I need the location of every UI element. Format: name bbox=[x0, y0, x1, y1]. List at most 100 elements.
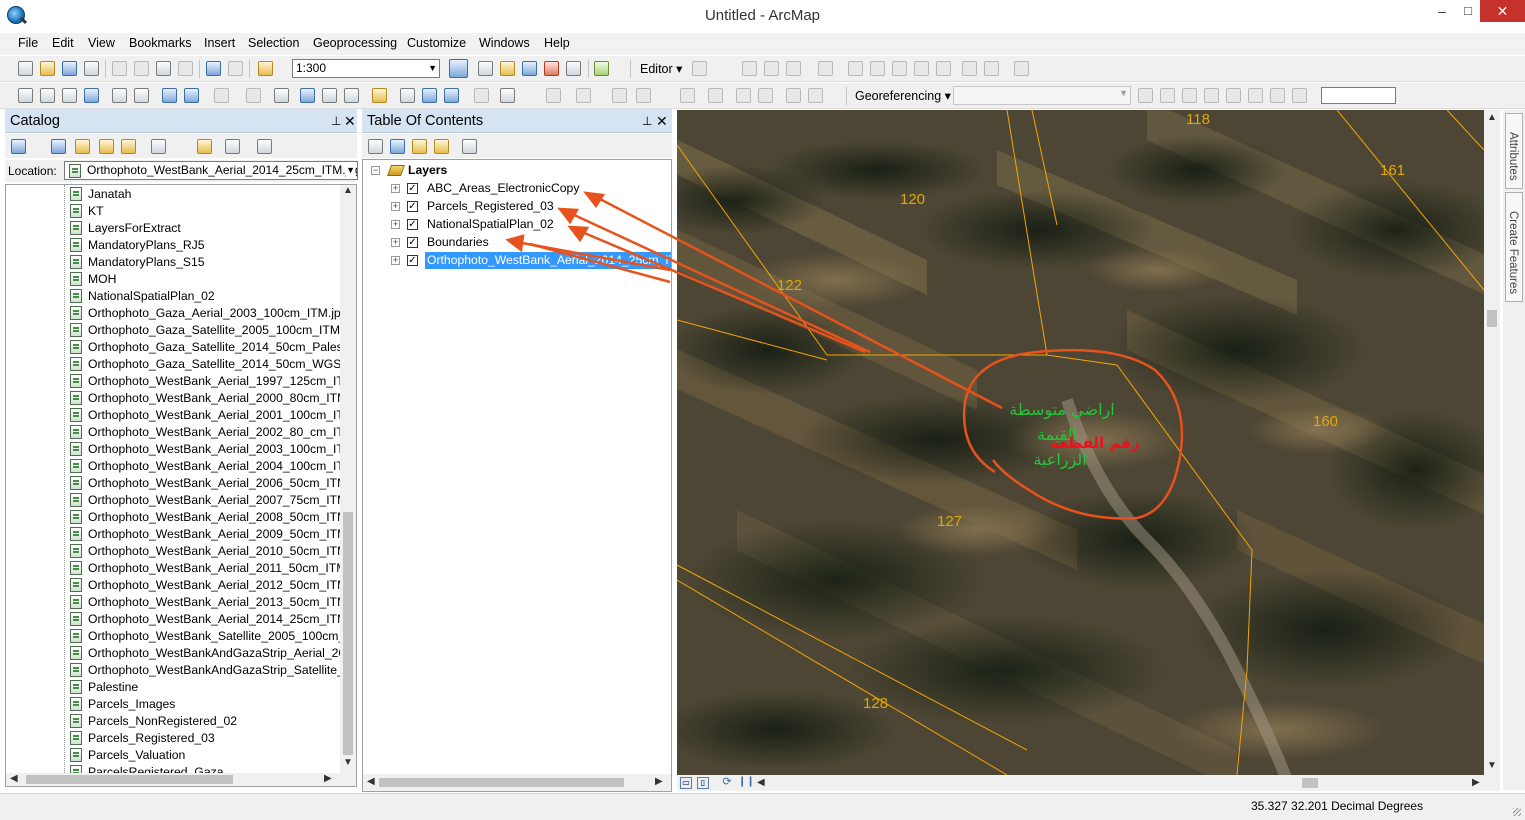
scroll-left-icon[interactable]: ◀ bbox=[367, 776, 375, 787]
maximize-button[interactable]: □ bbox=[1453, 0, 1483, 22]
options-icon[interactable] bbox=[257, 139, 272, 154]
layer-name[interactable]: NationalSpatialPlan_02 bbox=[425, 216, 556, 233]
menu-geoprocessing[interactable]: Geoprocessing bbox=[313, 36, 397, 50]
scrollbar-thumb[interactable] bbox=[1302, 778, 1318, 788]
catalog-item[interactable]: Orthophoto_WestBank_Aerial_2009_50cm_ITM… bbox=[70, 526, 340, 543]
catalog-item[interactable]: Parcels_NonRegistered_02 bbox=[70, 713, 237, 730]
table-of-contents-icon[interactable] bbox=[478, 61, 493, 76]
catalog-item[interactable]: Orthophoto_WestBank_Aerial_2006_50cm_ITM… bbox=[70, 475, 340, 492]
map-scale-combo[interactable]: 1:300 ▼ bbox=[292, 59, 440, 78]
scroll-left-icon[interactable]: ◀ bbox=[757, 777, 765, 788]
up-one-level-icon[interactable] bbox=[75, 139, 90, 154]
add-folder-connection-icon[interactable] bbox=[197, 139, 212, 154]
menu-edit[interactable]: Edit bbox=[52, 36, 74, 50]
search-window-icon[interactable] bbox=[522, 61, 537, 76]
catalog-horizontal-scrollbar[interactable]: ◀ ▶ bbox=[6, 773, 356, 786]
layers-group-label[interactable]: Layers bbox=[408, 162, 447, 179]
layer-visibility-checkbox[interactable]: ✓ bbox=[407, 219, 418, 230]
catalog-item[interactable]: Orthophoto_WestBank_Aerial_2001_100cm_IT… bbox=[70, 407, 340, 424]
menu-file[interactable]: File bbox=[18, 36, 38, 50]
zoom-to-link-icon[interactable] bbox=[1248, 88, 1263, 103]
catalog-item[interactable]: Orthophoto_WestBankAndGazaStrip_Aerial_2… bbox=[70, 645, 340, 662]
georef-reset-icon[interactable] bbox=[808, 88, 823, 103]
fixed-zoom-in-icon[interactable] bbox=[112, 88, 127, 103]
close-icon[interactable]: ✕ bbox=[656, 109, 668, 133]
connect-folder-icon[interactable] bbox=[121, 139, 136, 154]
undo-icon[interactable] bbox=[206, 61, 221, 76]
georef-shift-icon[interactable] bbox=[636, 88, 651, 103]
scroll-up-icon[interactable]: ▲ bbox=[343, 185, 353, 196]
catalog-item[interactable]: Orthophoto_WestBank_Aerial_2014_25cm_ITM… bbox=[70, 611, 340, 628]
fixed-zoom-out-icon[interactable] bbox=[134, 88, 149, 103]
html-popup-icon[interactable] bbox=[344, 88, 359, 103]
expand-icon[interactable]: + bbox=[391, 220, 400, 229]
catalog-item[interactable]: Orthophoto_Gaza_Satellite_2014_50cm_Pale… bbox=[70, 339, 340, 356]
open-folder-icon[interactable] bbox=[40, 61, 55, 76]
toggle-contents-icon[interactable] bbox=[225, 139, 240, 154]
georef-scale-icon[interactable] bbox=[680, 88, 695, 103]
close-button[interactable]: ✕ bbox=[1480, 0, 1525, 22]
scrollbar-thumb[interactable] bbox=[379, 778, 624, 787]
add-control-points-icon[interactable] bbox=[1138, 88, 1153, 103]
pin-icon[interactable]: ⊥ bbox=[331, 109, 341, 133]
expand-icon[interactable]: + bbox=[391, 202, 400, 211]
menu-selection[interactable]: Selection bbox=[248, 36, 299, 50]
menu-view[interactable]: View bbox=[88, 36, 115, 50]
python-window-icon[interactable] bbox=[566, 61, 581, 76]
expand-icon[interactable]: + bbox=[391, 184, 400, 193]
layer-name[interactable]: Boundaries bbox=[425, 234, 491, 251]
map-vertical-scrollbar[interactable]: ▲ ▼ bbox=[1484, 110, 1500, 775]
catalog-item[interactable]: Orthophoto_WestBank_Aerial_2003_100cm_IT… bbox=[70, 441, 340, 458]
rotate-icon[interactable] bbox=[936, 61, 951, 76]
catalog-item[interactable]: Orthophoto_WestBank_Satellite_2005_100cm… bbox=[70, 628, 340, 645]
zoom-out-icon[interactable] bbox=[40, 88, 55, 103]
catalog-item[interactable]: Parcels_Registered_03 bbox=[70, 730, 215, 747]
georef-flip-icon[interactable] bbox=[786, 88, 801, 103]
find-icon[interactable] bbox=[400, 88, 415, 103]
redo-icon[interactable] bbox=[228, 61, 243, 76]
layer-visibility-checkbox[interactable]: ✓ bbox=[407, 237, 418, 248]
scrollbar-thumb[interactable] bbox=[26, 775, 233, 784]
paste-icon[interactable] bbox=[156, 61, 171, 76]
auto-adjust-icon[interactable] bbox=[1292, 88, 1307, 103]
resize-grip-icon[interactable] bbox=[1513, 808, 1521, 816]
view-link-table-icon[interactable] bbox=[1270, 88, 1285, 103]
georef-fit-icon[interactable] bbox=[708, 88, 723, 103]
map-horizontal-scrollbar[interactable]: ▭ ▯ ⟳ ❙❙ ◀ ▶ bbox=[677, 775, 1500, 791]
menu-insert[interactable]: Insert bbox=[204, 36, 235, 50]
create-viewer-window-icon[interactable] bbox=[500, 88, 515, 103]
view-options-icon[interactable] bbox=[151, 139, 166, 154]
scrollbar-thumb[interactable] bbox=[1487, 310, 1497, 327]
catalog-item[interactable]: Parcels_Images bbox=[70, 696, 175, 713]
catalog-window-icon[interactable] bbox=[500, 61, 515, 76]
catalog-item[interactable]: Orthophoto_WestBankAndGazaStrip_Satellit… bbox=[70, 662, 340, 679]
catalog-item[interactable]: Orthophoto_WestBank_Aerial_2012_50cm_ITM… bbox=[70, 577, 340, 594]
go-to-xy-icon[interactable] bbox=[444, 88, 459, 103]
add-control-points-3-icon[interactable] bbox=[1182, 88, 1197, 103]
catalog-item[interactable]: Orthophoto_Gaza_Satellite_2014_50cm_WGS8… bbox=[70, 356, 340, 373]
add-data-icon[interactable] bbox=[258, 61, 273, 76]
select-elements-icon[interactable] bbox=[274, 88, 289, 103]
forward-arrow-icon[interactable] bbox=[51, 139, 66, 154]
hyperlink-icon[interactable] bbox=[322, 88, 337, 103]
go-forward-icon[interactable] bbox=[184, 88, 199, 103]
select-features-icon[interactable] bbox=[214, 88, 229, 103]
save-icon[interactable] bbox=[62, 61, 77, 76]
catalog-item[interactable]: Orthophoto_WestBank_Aerial_2007_75cm_ITM… bbox=[70, 492, 340, 509]
catalog-item[interactable]: Orthophoto_Gaza_Aerial_2003_100cm_ITM.jp… bbox=[70, 305, 340, 322]
list-by-selection-icon[interactable] bbox=[434, 139, 449, 154]
georeferencing-layer-combo[interactable]: ▼ bbox=[953, 86, 1131, 105]
arctoolbox-icon[interactable] bbox=[544, 61, 559, 76]
refresh-icon[interactable]: ⟳ bbox=[721, 777, 733, 789]
split-icon[interactable] bbox=[914, 61, 929, 76]
catalog-item[interactable]: LayersForExtract bbox=[70, 220, 181, 237]
edit-tool-icon[interactable] bbox=[692, 61, 707, 76]
pin-icon[interactable]: ⊥ bbox=[642, 109, 652, 133]
menu-customize[interactable]: Customize bbox=[407, 36, 466, 50]
expand-icon[interactable]: + bbox=[391, 238, 400, 247]
layer-name[interactable]: Orthophoto_WestBank_Aerial_2014_25cm_ITM bbox=[425, 252, 671, 269]
straight-segment-icon[interactable] bbox=[742, 61, 757, 76]
catalog-item[interactable]: Orthophoto_WestBank_Aerial_2013_50cm_ITM… bbox=[70, 594, 340, 611]
list-by-source-icon[interactable] bbox=[390, 139, 405, 154]
menu-help[interactable]: Help bbox=[544, 36, 570, 50]
